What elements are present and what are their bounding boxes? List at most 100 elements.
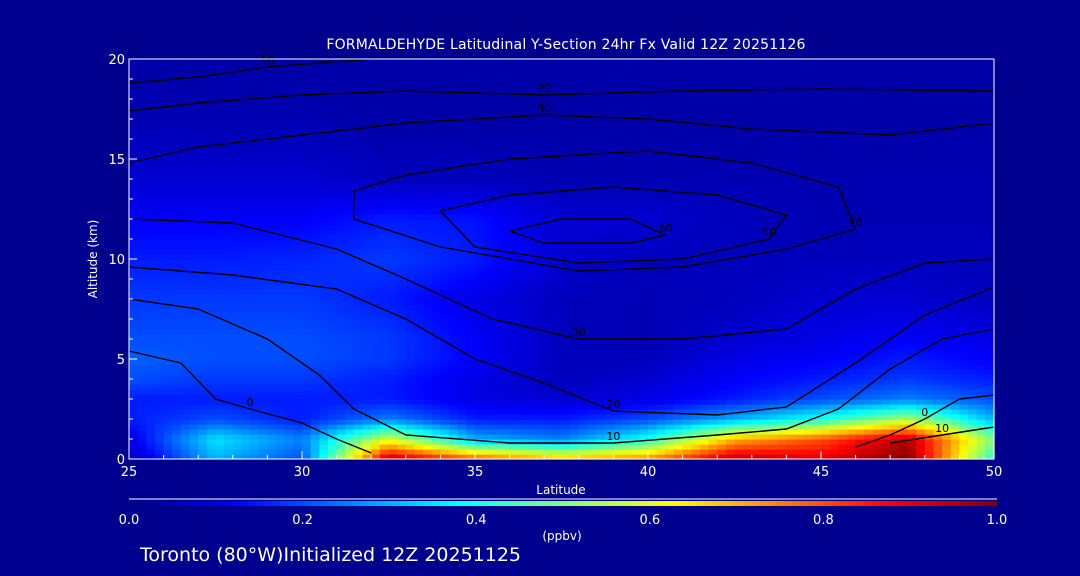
heatmap-cell <box>284 424 294 430</box>
heatmap-cell <box>423 444 433 450</box>
heatmap-cell <box>682 404 692 410</box>
heatmap-cell <box>310 409 320 415</box>
heatmap-cell <box>665 329 675 335</box>
heatmap-cell <box>725 449 736 455</box>
heatmap-cell <box>777 294 787 300</box>
heatmap-cell <box>699 379 710 385</box>
heatmap-cell <box>578 389 589 395</box>
heatmap-cell <box>665 364 675 370</box>
heatmap-cell <box>968 359 978 365</box>
heatmap-cell <box>812 434 822 440</box>
heatmap-cell <box>336 309 346 315</box>
heatmap-cell <box>950 274 960 280</box>
heatmap-cell <box>241 269 251 275</box>
heatmap-cell <box>475 339 485 345</box>
heatmap-cell <box>440 319 450 325</box>
heatmap-cell <box>570 249 580 255</box>
heatmap-cell <box>483 214 493 220</box>
heatmap-cell <box>198 249 208 255</box>
heatmap-cell <box>189 349 199 355</box>
heatmap-cell <box>397 289 407 295</box>
heatmap-cell <box>596 249 606 255</box>
heatmap-cell <box>942 289 952 295</box>
heatmap-cell <box>405 384 416 390</box>
heatmap-cell <box>561 354 571 360</box>
heatmap-cell <box>241 219 251 225</box>
heatmap-cell <box>838 424 848 430</box>
heatmap-cell <box>129 379 139 385</box>
heatmap-cell <box>838 439 848 445</box>
heatmap-cell <box>570 354 580 360</box>
heatmap-cell <box>129 344 139 350</box>
heatmap-cell <box>604 344 614 350</box>
heatmap-cell <box>942 394 952 400</box>
heatmap-cell <box>838 384 848 390</box>
heatmap-cell <box>379 249 390 255</box>
heatmap-cell <box>622 299 632 305</box>
heatmap-cell <box>336 344 346 350</box>
heatmap-cell <box>933 329 943 335</box>
heatmap-cell <box>959 359 969 365</box>
heatmap-cell <box>172 254 182 260</box>
heatmap-cell <box>959 324 969 330</box>
heatmap-cell <box>976 249 986 255</box>
heatmap-cell <box>604 314 614 320</box>
heatmap-cell <box>163 209 173 215</box>
heatmap-cell <box>734 299 744 305</box>
heatmap-cell <box>345 419 355 425</box>
heatmap-cell <box>561 434 571 440</box>
heatmap-cell <box>673 329 684 335</box>
heatmap-cell <box>146 424 156 430</box>
heatmap-cell <box>137 424 147 430</box>
heatmap-cell <box>933 229 943 235</box>
heatmap-cell <box>466 259 476 265</box>
heatmap-cell <box>414 264 424 270</box>
heatmap-cell <box>976 374 986 380</box>
heatmap-cell <box>284 239 294 245</box>
heatmap-cell <box>362 209 372 215</box>
heatmap-cell <box>353 209 364 215</box>
heatmap-cell <box>777 434 787 440</box>
heatmap-cell <box>535 234 545 240</box>
heatmap-cell <box>872 254 883 260</box>
heatmap-cell <box>215 449 225 455</box>
heatmap-cell <box>665 239 675 245</box>
heatmap-cell <box>449 399 459 405</box>
heatmap-cell <box>933 354 943 360</box>
heatmap-cell <box>431 229 441 235</box>
heatmap-cell <box>526 274 537 280</box>
heatmap-cell <box>500 359 511 365</box>
heatmap-cell <box>215 264 225 270</box>
heatmap-cell <box>561 299 571 305</box>
heatmap-cell <box>163 234 173 240</box>
heatmap-cell <box>665 394 675 400</box>
heatmap-cell <box>699 219 710 225</box>
heatmap-cell <box>319 414 329 420</box>
heatmap-cell <box>950 234 960 240</box>
heatmap-cell <box>336 259 346 265</box>
heatmap-cell <box>431 364 441 370</box>
heatmap-cell <box>604 379 614 385</box>
heatmap-cell <box>717 449 727 455</box>
heatmap-cell <box>180 299 191 305</box>
heatmap-cell <box>163 274 173 280</box>
heatmap-cell <box>821 254 831 260</box>
heatmap-cell <box>760 339 770 345</box>
heatmap-cell <box>812 264 822 270</box>
heatmap-cell <box>388 399 398 405</box>
heatmap-cell <box>613 449 623 455</box>
heatmap-cell <box>751 354 762 360</box>
heatmap-cell <box>518 239 528 245</box>
heatmap-cell <box>743 249 753 255</box>
heatmap-cell <box>457 239 467 245</box>
heatmap-cell <box>959 224 969 230</box>
heatmap-cell <box>500 304 511 310</box>
heatmap-cell <box>518 439 528 445</box>
heatmap-cell <box>276 419 286 425</box>
heatmap-cell <box>682 429 692 435</box>
heatmap-cell <box>751 414 762 420</box>
heatmap-cell <box>639 309 649 315</box>
heatmap-cell <box>302 404 312 410</box>
heatmap-cell <box>959 249 969 255</box>
heatmap-cell <box>146 439 156 445</box>
